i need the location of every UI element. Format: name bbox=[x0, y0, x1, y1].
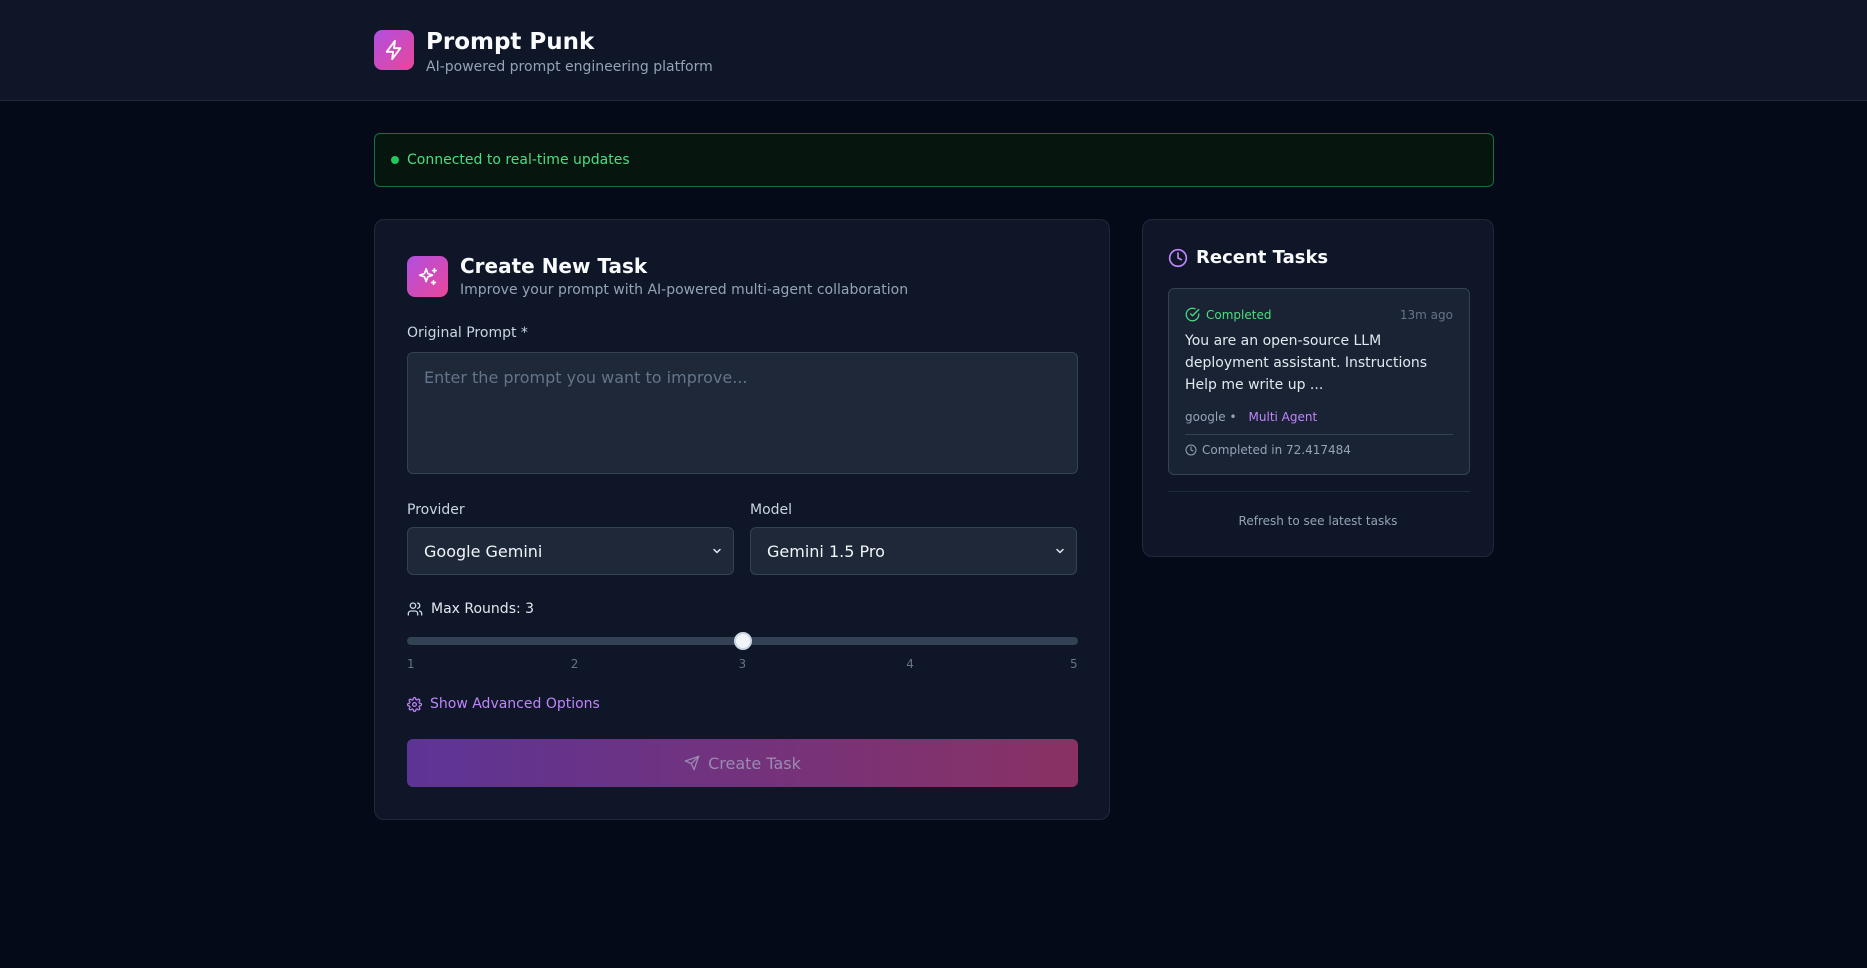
check-circle-icon bbox=[1185, 307, 1200, 322]
lightning-icon bbox=[374, 30, 414, 70]
task-status: Completed bbox=[1185, 307, 1271, 322]
clock-icon bbox=[1185, 444, 1197, 456]
prompt-label: Original Prompt * bbox=[407, 325, 528, 341]
sparkles-icon bbox=[407, 256, 448, 297]
create-task-button-label: Create Task bbox=[708, 753, 801, 773]
task-provider: google • bbox=[1185, 410, 1237, 424]
slider-tick-label: 1 bbox=[407, 657, 415, 671]
app-header: Prompt Punk AI-powered prompt engineerin… bbox=[0, 0, 1867, 101]
task-prompt-preview: You are an open-source LLM deployment as… bbox=[1185, 333, 1428, 393]
task-mode-badge: Multi Agent bbox=[1248, 410, 1318, 424]
connection-status-text: Connected to real-time updates bbox=[407, 152, 630, 168]
app-subtitle: AI-powered prompt engineering platform bbox=[426, 59, 713, 75]
chevron-down-icon bbox=[713, 548, 721, 554]
create-task-title: Create New Task bbox=[460, 254, 648, 278]
task-time-ago: 13m ago bbox=[1399, 308, 1453, 322]
refresh-hint: Refresh to see latest tasks bbox=[1238, 514, 1398, 528]
show-advanced-options-label: Show Advanced Options bbox=[430, 696, 600, 712]
slider-ticks: 1 2 3 4 5 bbox=[407, 657, 1078, 671]
app-title: Prompt Punk bbox=[426, 29, 595, 55]
brand: Prompt Punk AI-powered prompt engineerin… bbox=[374, 29, 713, 76]
clock-icon bbox=[1168, 248, 1188, 267]
send-icon bbox=[684, 755, 700, 771]
create-task-header: Create New Task Improve your prompt with… bbox=[407, 254, 909, 299]
chevron-down-icon bbox=[1056, 548, 1064, 554]
recent-tasks-card: Recent Tasks Completed 13m ago You are a… bbox=[1142, 219, 1494, 557]
create-task-card: Create New Task Improve your prompt with… bbox=[374, 219, 1110, 820]
create-task-button[interactable]: Create Task bbox=[407, 739, 1078, 787]
divider bbox=[1168, 491, 1470, 492]
slider-tick-label: 2 bbox=[570, 657, 579, 671]
slider-tick-label: 3 bbox=[738, 657, 747, 671]
task-status-label: Completed bbox=[1206, 307, 1272, 322]
status-dot-icon bbox=[391, 156, 399, 164]
users-icon bbox=[407, 602, 423, 616]
provider-select-value: Google Gemini bbox=[424, 541, 543, 561]
model-select-value: Gemini 1.5 Pro bbox=[767, 541, 885, 561]
max-rounds-slider[interactable] bbox=[407, 632, 1078, 650]
provider-label: Provider bbox=[407, 502, 465, 518]
provider-select[interactable]: Google Gemini bbox=[407, 527, 734, 575]
max-rounds-row: Max Rounds: 3 bbox=[407, 601, 534, 617]
divider bbox=[1185, 434, 1453, 435]
task-card[interactable]: Completed 13m ago You are an open-source… bbox=[1168, 288, 1470, 475]
show-advanced-options-link[interactable]: Show Advanced Options bbox=[407, 696, 600, 712]
task-completed-text: Completed in 72.417484 bbox=[1202, 443, 1351, 457]
recent-tasks-header: Recent Tasks bbox=[1168, 247, 1328, 268]
create-task-subtitle: Improve your prompt with AI-powered mult… bbox=[460, 282, 909, 298]
connection-banner: Connected to real-time updates bbox=[374, 133, 1494, 187]
slider-tick-label: 4 bbox=[906, 657, 914, 671]
model-select[interactable]: Gemini 1.5 Pro bbox=[750, 527, 1077, 575]
gear-icon bbox=[407, 696, 422, 712]
recent-tasks-title: Recent Tasks bbox=[1196, 247, 1329, 268]
max-rounds-label: Max Rounds: 3 bbox=[431, 601, 535, 617]
slider-tick-label: 5 bbox=[1070, 657, 1078, 671]
task-completed-info: Completed in 72.417484 bbox=[1185, 443, 1351, 457]
prompt-input[interactable] bbox=[407, 352, 1078, 474]
slider-handle[interactable] bbox=[733, 632, 752, 650]
task-meta: google • Multi Agent bbox=[1185, 410, 1317, 424]
model-label: Model bbox=[750, 502, 793, 518]
